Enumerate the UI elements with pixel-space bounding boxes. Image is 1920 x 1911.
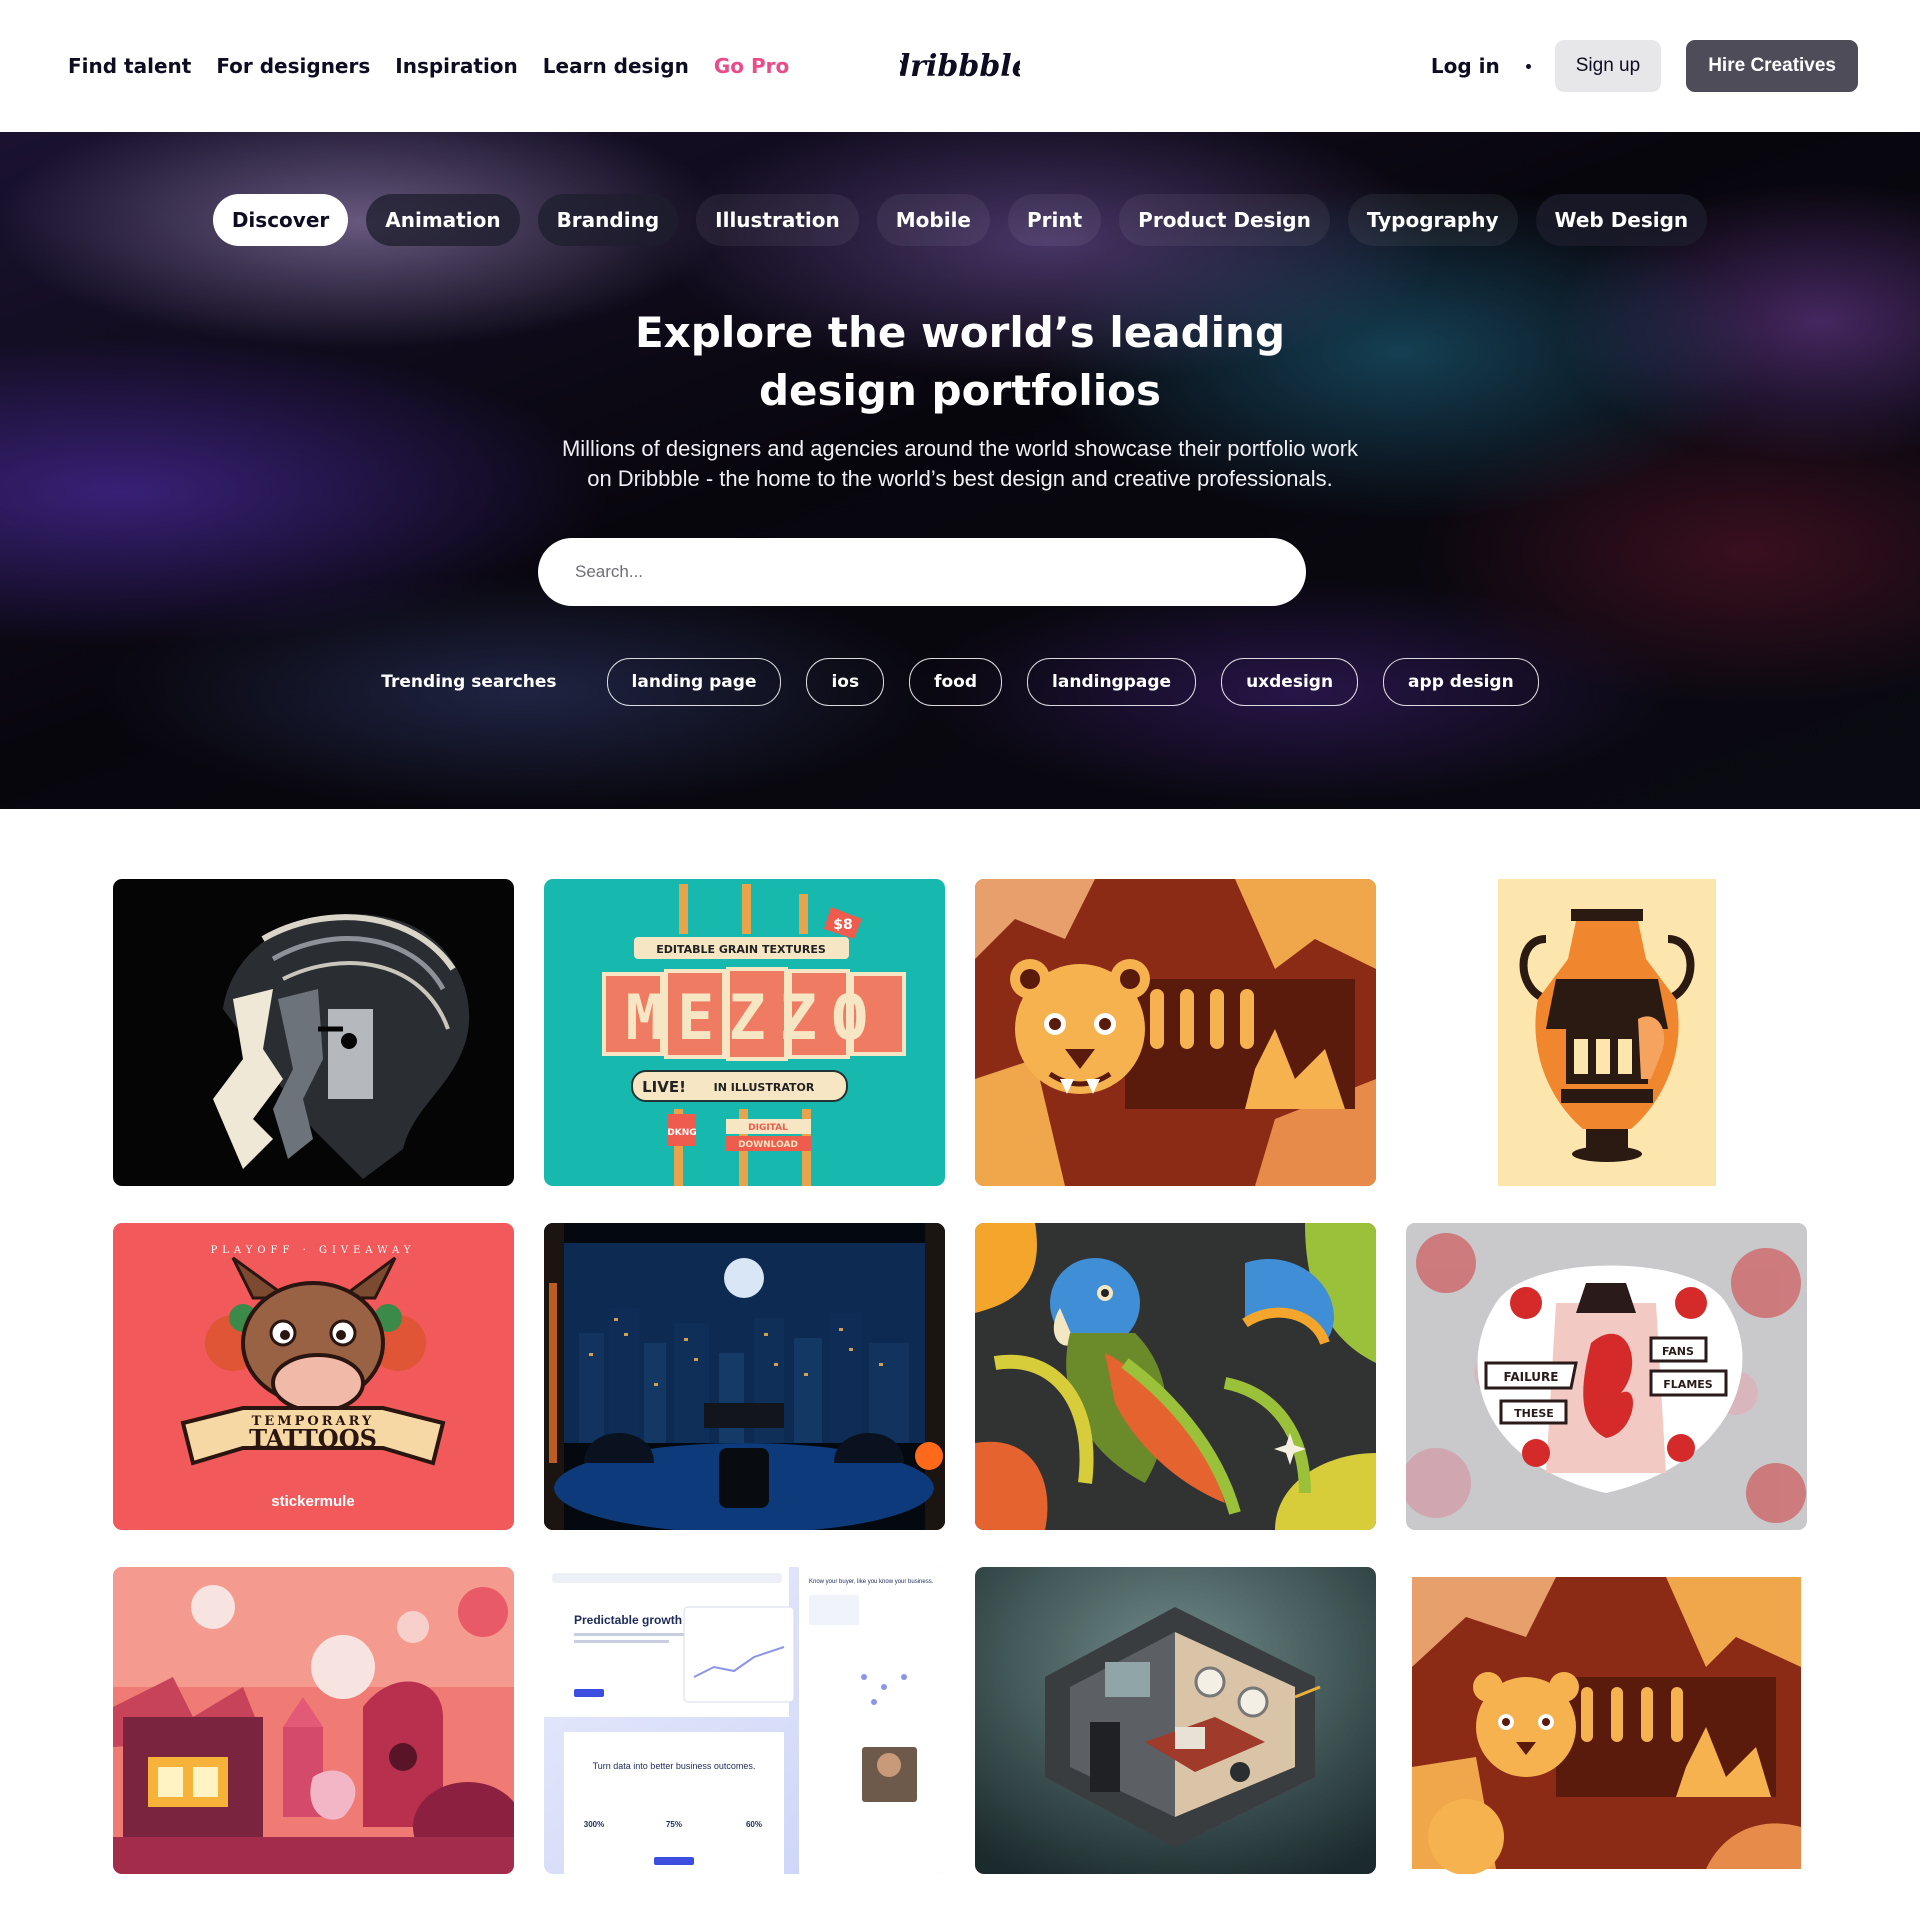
hero-title: Explore the world’s leading design portf… [460, 304, 1460, 420]
webui-card-text: Know your buyer, like you know your busi… [809, 1579, 934, 1585]
shot-sticker-image: FAILURE THESE FANS FLAMES [1406, 1223, 1807, 1530]
shot-failure-sticker[interactable]: FAILURE THESE FANS FLAMES [1406, 1223, 1807, 1530]
hero-title-line-1: Explore the world’s leading [634, 308, 1286, 357]
mezzo-top-text: EDITABLE GRAIN TEXTURES [656, 943, 826, 956]
search-input[interactable] [538, 538, 1306, 606]
mezzo-title: MEZZO [626, 981, 883, 1054]
category-discover[interactable]: Discover [212, 194, 349, 246]
shot-night-city-room[interactable] [544, 1223, 945, 1530]
shot-brush-portrait-image [113, 879, 514, 1186]
shot-temporary-tattoos[interactable]: PLAYOFF · GIVEAWAY TEMPORARY TATTOOS sti… [113, 1223, 514, 1530]
login-link[interactable]: Log in [1431, 54, 1500, 78]
logo-wordmark: dribbble [900, 49, 1020, 84]
mezzo-download: DOWNLOAD [738, 1140, 798, 1150]
category-illustration[interactable]: Illustration [696, 194, 859, 246]
nav-for-designers[interactable]: For designers [216, 54, 370, 78]
shot-parrot-illustration[interactable] [975, 1223, 1376, 1530]
shot-candy-town-image [113, 1567, 514, 1874]
shot-isometric-room-image [975, 1567, 1376, 1874]
category-product-design[interactable]: Product Design [1119, 194, 1330, 246]
shot-mezzo-image: EDITABLE GRAIN TEXTURES $8 MEZZO LIVE! I… [544, 879, 945, 1186]
mezzo-live: LIVE! [642, 1078, 686, 1096]
mezzo-brand: DKNG [667, 1128, 696, 1138]
category-print[interactable]: Print [1007, 194, 1102, 246]
category-mobile[interactable]: Mobile [876, 194, 990, 246]
hero-subtitle: Millions of designers and agencies aroun… [460, 434, 1460, 494]
signup-button[interactable]: Sign up [1554, 40, 1662, 92]
hero-subtitle-line-1: Millions of designers and agencies aroun… [561, 436, 1359, 461]
account-actions: Log in Sign up Hire Creatives [1431, 40, 1858, 92]
shot-candy-town[interactable] [113, 1567, 514, 1874]
trending-searches: Trending searches landing page ios food … [0, 658, 1920, 706]
category-web-design[interactable]: Web Design [1535, 194, 1708, 246]
hero-banner: Discover Animation Branding Illustration… [0, 132, 1920, 809]
shot-tattoos-image: PLAYOFF · GIVEAWAY TEMPORARY TATTOOS sti… [113, 1223, 514, 1530]
category-branding[interactable]: Branding [537, 194, 679, 246]
category-typography[interactable]: Typography [1347, 194, 1518, 246]
sticker-word-3: FANS [1662, 1345, 1694, 1358]
webui-subheadline: Turn data into better business outcomes. [593, 1761, 756, 1771]
trending-tag-app-design[interactable]: app design [1383, 658, 1539, 706]
nav-learn-design[interactable]: Learn design [543, 54, 689, 78]
nav-find-talent[interactable]: Find talent [68, 54, 191, 78]
primary-nav: Find talent For designers Inspiration Le… [68, 0, 789, 132]
hire-creatives-button[interactable]: Hire Creatives [1686, 40, 1858, 92]
tattoos-brand: stickermule [271, 1493, 354, 1510]
trending-label: Trending searches [381, 672, 557, 692]
shot-tiger-textured-image [1406, 1567, 1807, 1874]
tattoos-line-2: TATTOOS [249, 1424, 377, 1453]
trending-tag-ios[interactable]: ios [806, 658, 885, 706]
trending-tag-uxdesign[interactable]: uxdesign [1221, 658, 1359, 706]
trending-tag-food[interactable]: food [909, 658, 1003, 706]
sticker-word-1: FAILURE [1504, 1370, 1559, 1384]
nav-inspiration[interactable]: Inspiration [395, 54, 518, 78]
sticker-word-2: THESE [1514, 1407, 1554, 1420]
shot-night-city-image [544, 1223, 945, 1530]
shot-brush-portrait[interactable] [113, 879, 514, 1186]
category-animation[interactable]: Animation [366, 194, 520, 246]
tattoos-top-text: PLAYOFF · GIVEAWAY [211, 1245, 416, 1256]
mezzo-digital: DIGITAL [748, 1123, 788, 1133]
shot-isometric-room[interactable] [975, 1567, 1376, 1874]
mezzo-in-illustrator: IN ILLUSTRATOR [714, 1081, 815, 1094]
shots-grid: EDITABLE GRAIN TEXTURES $8 MEZZO LIVE! I… [113, 879, 1809, 1874]
shot-vase-image [1406, 879, 1807, 1186]
shot-mezzo-textures[interactable]: EDITABLE GRAIN TEXTURES $8 MEZZO LIVE! I… [544, 879, 945, 1186]
hero-subtitle-line-2: on Dribbble - the home to the world’s be… [587, 466, 1333, 491]
shot-tiger-image [975, 879, 1376, 1186]
trending-tag-landing-page[interactable]: landing page [606, 658, 782, 706]
shot-tiger-illustration[interactable] [975, 879, 1376, 1186]
shot-parrot-image [975, 1223, 1376, 1530]
sticker-word-4: FLAMES [1663, 1378, 1712, 1391]
webui-stat-3: 60% [746, 1820, 762, 1829]
shot-tiger-textured[interactable] [1406, 1567, 1807, 1874]
trending-tag-landingpage[interactable]: landingpage [1027, 658, 1197, 706]
top-navigation: Find talent For designers Inspiration Le… [0, 0, 1920, 132]
mezzo-price: $8 [833, 917, 852, 933]
dribbble-logo[interactable]: dribbble [900, 40, 1020, 90]
separator-dot [1525, 63, 1531, 69]
hero-title-line-2: design portfolios [758, 366, 1161, 415]
shot-greek-vase[interactable] [1406, 879, 1807, 1186]
nav-go-pro[interactable]: Go Pro [714, 54, 789, 78]
webui-stat-1: 300% [584, 1820, 604, 1829]
category-filter-bar: Discover Animation Branding Illustration… [0, 194, 1920, 246]
webui-stat-2: 75% [666, 1820, 682, 1829]
shot-web-ui[interactable]: Predictable growth starts here. Know you… [544, 1567, 945, 1874]
shot-web-ui-image: Predictable growth starts here. Know you… [544, 1567, 945, 1874]
